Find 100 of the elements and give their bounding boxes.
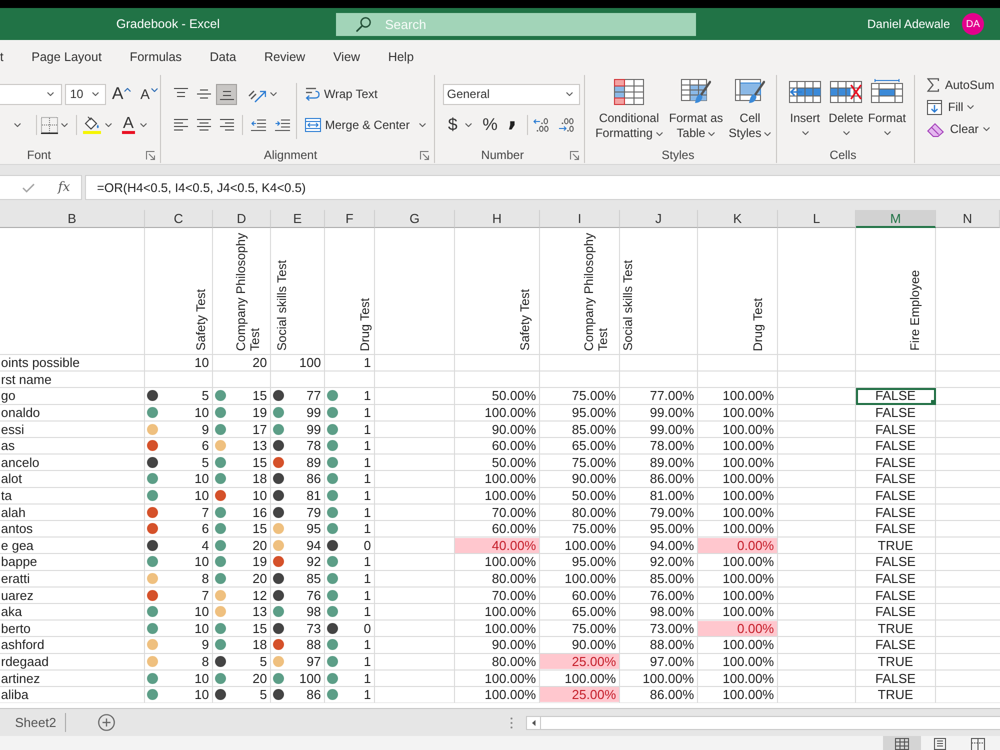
score-value: 10 — [194, 471, 209, 486]
score-value: 10 — [194, 604, 209, 620]
ribbon-tab[interactable]: View — [327, 44, 366, 70]
caret-icon — [884, 131, 890, 135]
cell-styles-button[interactable]: Cell Styles — [727, 79, 773, 141]
score-value: 8 — [202, 571, 209, 586]
caret-icon[interactable] — [105, 123, 112, 127]
column-header[interactable]: B — [0, 210, 145, 228]
percent-cell-text: 50.00% — [490, 454, 537, 472]
grow-font-button[interactable]: A — [112, 85, 132, 103]
autosum-button[interactable]: AutoSum — [927, 78, 994, 92]
down-arrow-box-icon — [927, 100, 942, 114]
score-value: 1 — [364, 521, 371, 536]
format-as-table-button[interactable]: Format as Table — [667, 79, 725, 141]
caret-icon[interactable] — [418, 123, 426, 127]
search-icon — [356, 16, 371, 32]
percent-cell-text: 75.00% — [570, 520, 617, 538]
column-header[interactable]: K — [698, 210, 778, 228]
percent-cell-text: 100.00% — [484, 554, 537, 571]
indent-right-icon[interactable] — [275, 119, 290, 131]
column-header[interactable]: G — [375, 210, 455, 228]
borders-icon[interactable] — [41, 116, 58, 134]
score-value: 12 — [252, 588, 267, 603]
delete-button[interactable]: Delete — [826, 79, 866, 135]
split-page-icon — [971, 738, 985, 750]
font-name-field[interactable] — [0, 84, 62, 104]
column-header[interactable]: M — [856, 210, 936, 228]
percent-cell-text: 100.00% — [564, 538, 617, 554]
column-header[interactable]: H — [455, 210, 540, 228]
sheet-tab[interactable]: Sheet2 — [0, 709, 66, 736]
column-header[interactable]: N — [936, 210, 1000, 228]
shrink-font-button[interactable]: A — [140, 85, 158, 103]
dialog-launcher-icon[interactable] — [146, 150, 155, 160]
column-header[interactable]: C — [145, 210, 213, 228]
percent-cell-text: 60.00% — [490, 438, 537, 455]
column-header[interactable]: L — [778, 210, 856, 228]
percent-button[interactable]: % — [482, 115, 498, 135]
score-value: 1 — [364, 388, 371, 404]
dialog-launcher-icon[interactable] — [570, 150, 579, 160]
dialog-launcher-icon[interactable] — [420, 150, 429, 160]
percent-cell-text: 95.00% — [648, 520, 695, 538]
percent-cell-text: 100.00% — [642, 670, 695, 687]
ribbon-tab[interactable]: Review — [258, 44, 312, 70]
percent-cell-text: 86.00% — [648, 686, 695, 704]
ribbon-tab[interactable]: t — [0, 44, 10, 70]
score-value: 15 — [252, 454, 267, 470]
left-arrow-decimal-icon[interactable] — [533, 118, 550, 132]
ribbon-tab[interactable]: Help — [382, 44, 420, 70]
column-header[interactable]: I — [540, 210, 620, 228]
percent-cell-text: 97.00% — [648, 654, 695, 670]
column-header[interactable]: J — [620, 210, 698, 228]
wrap-text-button[interactable]: Wrap Text — [305, 86, 378, 102]
ribbon-tab[interactable]: Formulas — [124, 44, 188, 70]
font-color-button[interactable]: A — [122, 116, 135, 134]
comma-style-button[interactable]: , — [508, 105, 518, 131]
ribbon-tab[interactable]: Data — [204, 44, 242, 70]
number-format-field[interactable]: General — [443, 84, 580, 104]
scrollbar-track[interactable] — [526, 716, 1000, 730]
paint-bucket-icon[interactable] — [83, 116, 101, 134]
score-value: 20 — [252, 670, 267, 686]
caret-icon[interactable] — [270, 92, 277, 96]
conditional-formatting-button[interactable]: Conditional Formatting — [593, 79, 665, 141]
indent-left-icon[interactable] — [251, 119, 266, 131]
format-button[interactable]: Format — [867, 79, 907, 135]
formula-field[interactable]: =OR(H4<0.5, I4<0.5, J4<0.5, K4<0.5) — [85, 175, 1000, 200]
percent-cell-text: 100.00% — [722, 421, 775, 438]
column-header[interactable]: E — [271, 210, 325, 228]
caret-down-icon — [150, 88, 158, 92]
fill-button[interactable]: Fill — [927, 100, 974, 114]
clear-button[interactable]: Clear — [927, 122, 990, 136]
insert-button[interactable]: Insert — [785, 79, 825, 135]
caret-icon[interactable] — [14, 123, 21, 127]
plus-circle-icon[interactable] — [98, 714, 116, 731]
normal-view-button[interactable] — [883, 736, 921, 750]
column-header[interactable]: F — [325, 210, 375, 228]
score-value: 98 — [306, 604, 321, 620]
right-arrow-decimal-icon[interactable] — [558, 118, 574, 132]
score-value: 1 — [364, 504, 371, 520]
group-label: Font — [27, 148, 52, 162]
merge-center-button[interactable]: Merge & Center — [305, 118, 410, 132]
caret-icon[interactable] — [140, 123, 147, 127]
caret-icon[interactable] — [61, 123, 68, 127]
score-value: 0 — [364, 620, 371, 636]
splitter-dots-icon[interactable] — [510, 716, 513, 728]
score-value: 10 — [194, 620, 209, 636]
currency-button[interactable]: $ — [448, 115, 458, 135]
score-value: 16 — [252, 504, 267, 520]
check-icon[interactable] — [22, 182, 35, 192]
column-title: Safety Test — [518, 289, 532, 351]
account-avatar[interactable]: DA — [962, 13, 984, 35]
percent-cell-text: 65.00% — [570, 604, 617, 620]
caret-icon[interactable] — [465, 123, 472, 127]
align-right-icon — [220, 118, 234, 132]
align-button[interactable] — [216, 84, 237, 104]
font-size-field[interactable]: 10 — [65, 84, 106, 104]
insert-function-button[interactable]: fx — [58, 180, 70, 195]
ribbon-tab[interactable]: Page Layout — [25, 44, 108, 70]
column-header[interactable]: D — [213, 210, 271, 228]
percent-cell-text: 75.00% — [570, 454, 617, 472]
user-name: Daniel Adewale — [867, 17, 950, 31]
